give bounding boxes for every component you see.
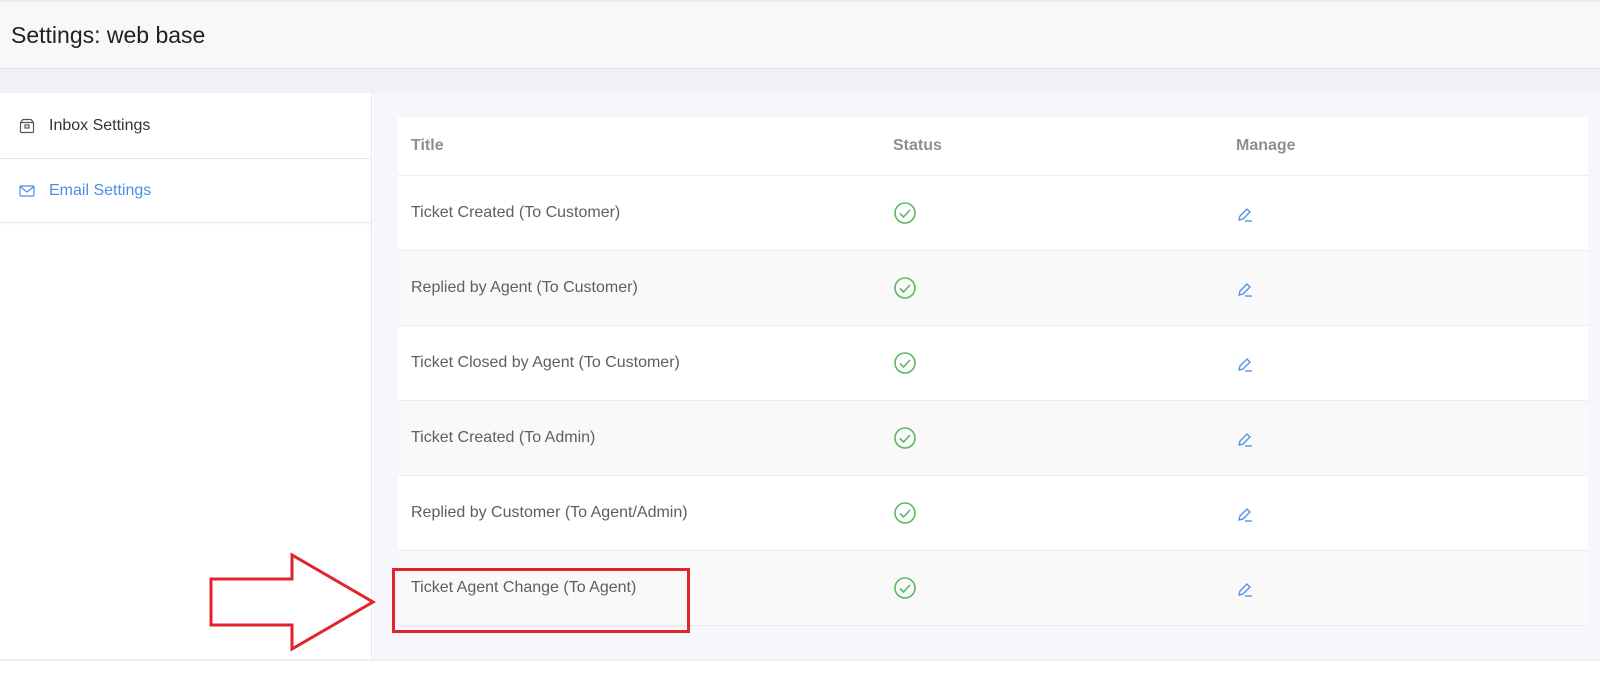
edit-icon[interactable] — [1236, 280, 1254, 298]
edit-icon[interactable] — [1236, 580, 1254, 598]
row-title: Ticket Created (To Admin) — [411, 429, 596, 446]
table-header: Title Status Manage — [398, 117, 1588, 176]
mail-icon — [18, 182, 36, 200]
page-bottom-divider — [0, 659, 1600, 661]
sidebar-item-label: Inbox Settings — [49, 116, 151, 134]
column-header-manage: Manage — [1236, 137, 1296, 154]
column-header-title: Title — [411, 137, 444, 154]
check-circle-icon — [893, 276, 917, 300]
annotation-highlight-box — [392, 568, 690, 633]
table-row: Ticket Created (To Admin) — [398, 401, 1588, 476]
table-row: Ticket Created (To Customer) — [398, 176, 1588, 251]
check-circle-icon — [893, 576, 917, 600]
check-circle-icon — [893, 351, 917, 375]
check-circle-icon — [893, 426, 917, 450]
header-separator — [0, 69, 1600, 93]
check-circle-icon — [893, 501, 917, 525]
table-row: Ticket Closed by Agent (To Customer) — [398, 326, 1588, 401]
row-title: Replied by Customer (To Agent/Admin) — [411, 504, 688, 521]
row-title: Replied by Agent (To Customer) — [411, 279, 638, 296]
check-circle-icon — [893, 201, 917, 225]
sidebar-item-inbox-settings[interactable]: Inbox Settings — [0, 93, 372, 158]
edit-icon[interactable] — [1236, 205, 1254, 223]
sidebar-item-email-settings[interactable]: Email Settings — [0, 158, 372, 223]
table-row: Replied by Customer (To Agent/Admin) — [398, 476, 1588, 551]
table-row: Replied by Agent (To Customer) — [398, 251, 1588, 326]
edit-icon[interactable] — [1236, 355, 1254, 373]
row-title: Ticket Created (To Customer) — [411, 204, 621, 221]
email-templates-table: Title Status Manage Ticket Created (To C… — [398, 117, 1588, 626]
page-header: Settings: web base — [0, 0, 1600, 69]
row-title: Ticket Closed by Agent (To Customer) — [411, 354, 680, 371]
edit-icon[interactable] — [1236, 430, 1254, 448]
settings-page: Settings: web base Inbox Settings Email … — [0, 0, 1600, 700]
edit-icon[interactable] — [1236, 505, 1254, 523]
box-icon — [18, 117, 36, 135]
sidebar-item-label: Email Settings — [49, 181, 152, 199]
column-header-status: Status — [893, 137, 942, 154]
page-title: Settings: web base — [11, 22, 206, 48]
annotation-arrow-icon — [209, 552, 376, 652]
